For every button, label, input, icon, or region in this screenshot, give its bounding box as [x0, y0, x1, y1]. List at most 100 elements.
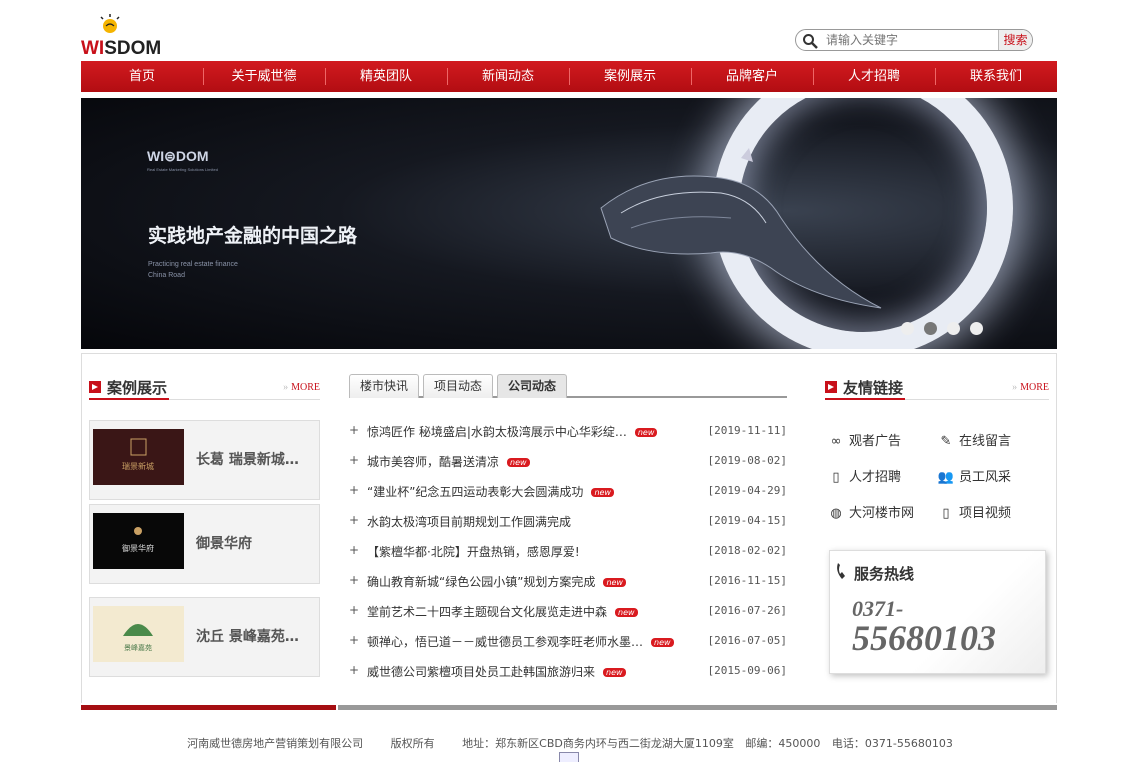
slider-dot-2[interactable] — [924, 322, 937, 335]
links-header: 友情链接 » MORE — [825, 374, 1049, 400]
news-date: [2019-04-29] — [707, 484, 787, 497]
lightbulb-icon — [100, 14, 120, 33]
footer-phone: 电话：0371-55680103 — [831, 737, 953, 750]
slider-dots — [901, 322, 983, 335]
nav-item-about[interactable]: 关于威世德 — [203, 61, 325, 92]
footer: 河南威世德房地产营销策划有限公司 版权所有 地址：郑东新区CBD商务内环与西二街… — [0, 735, 1140, 751]
footer-postcode: 邮编：450000 — [745, 737, 821, 750]
nav-item-news[interactable]: 新闻动态 — [447, 61, 569, 92]
nav-item-jobs[interactable]: 人才招聘 — [813, 61, 935, 92]
news-item[interactable]: + 【紫檀华都·北院】开盘热销，感恩厚爱! [2018-02-02] — [349, 537, 787, 567]
news-date: [2019-04-15] — [707, 514, 787, 527]
nav-item-cases[interactable]: 案例展示 — [569, 61, 691, 92]
news-item[interactable]: + 威世德公司紫檀项目处员工赴韩国旅游归来 new [2015-09-06] — [349, 657, 787, 687]
slider-dot-4[interactable] — [970, 322, 983, 335]
news-item[interactable]: + 堂前艺术二十四孝主题砚台文化展览走进中森 new [2016-07-26] — [349, 597, 787, 627]
case-item[interactable]: 瑞景新城 长葛 瑞景新城… — [89, 420, 320, 500]
case-name: 御景华府 — [196, 536, 252, 552]
telephone-icon — [837, 563, 845, 579]
news-item[interactable]: + “建业杯”纪念五四运动表彰大会圆满成功 new [2019-04-29] — [349, 477, 787, 507]
link-staff[interactable]: 👥 员工风采 — [937, 466, 1011, 485]
people-icon: 👥 — [937, 470, 955, 485]
case-thumb: 瑞景新城 — [93, 429, 184, 485]
section-arrow-icon — [825, 381, 837, 393]
certification-icon[interactable] — [559, 752, 579, 762]
footer-address: 地址：郑东新区CBD商务内环与西二街龙湖大厦1109室 — [462, 737, 734, 750]
search-input[interactable] — [826, 32, 996, 48]
cases-more-link[interactable]: » MORE — [283, 382, 320, 393]
news-tabs: 楼市快讯 项目动态 公司动态 — [349, 374, 787, 398]
case-name: 长葛 瑞景新城… — [196, 452, 299, 468]
rings-icon: ∞ — [830, 434, 842, 449]
news-item[interactable]: + 顿禅心，悟已道－－威世德员工参观李旺老师水墨… new [2016-07-05… — [349, 627, 787, 657]
news-date: [2019-08-02] — [707, 454, 787, 467]
search-box: 搜索 — [795, 29, 1033, 51]
globe-icon: ◍ — [830, 506, 842, 521]
site-logo[interactable]: WISDOM — [81, 10, 171, 60]
news-list: + 惊鸿匠作 秘境盛启|水韵太极湾展示中心华彩绽… new [2019-11-11… — [349, 417, 787, 687]
news-item[interactable]: + 确山教育新城“绿色公园小镇”规划方案完成 new [2016-11-15] — [349, 567, 787, 597]
link-jobs[interactable]: ▯ 人才招聘 — [827, 466, 901, 485]
hotline-title: 服务热线 — [854, 565, 915, 583]
link-dahe[interactable]: ◍ 大河楼市网 — [827, 502, 914, 521]
new-badge: new — [507, 458, 530, 467]
tab-company-news[interactable]: 公司动态 — [497, 374, 568, 398]
news-title[interactable]: 确山教育新城“绿色公园小镇”规划方案完成 new — [367, 573, 626, 590]
bullet-plus-icon: + — [349, 543, 360, 557]
news-title[interactable]: 堂前艺术二十四孝主题砚台文化展览走进中森 new — [367, 603, 638, 620]
section-arrow-icon — [89, 381, 101, 393]
search-button[interactable]: 搜索 — [998, 30, 1032, 50]
news-title[interactable]: 【紫檀华都·北院】开盘热销，感恩厚爱! — [367, 543, 580, 560]
phone-icon: ▯ — [832, 470, 840, 485]
links-more-link[interactable]: » MORE — [1012, 382, 1049, 393]
case-item[interactable]: 御景华府 御景华府 — [89, 504, 320, 584]
news-title[interactable]: 水韵太极湾项目前期规划工作圆满完成 — [367, 513, 571, 530]
pen-icon: ✎ — [940, 434, 952, 449]
news-date: [2015-09-06] — [707, 664, 787, 677]
bullet-plus-icon: + — [349, 423, 360, 437]
new-badge: new — [603, 668, 626, 677]
content-area: 案例展示 » MORE 瑞景新城 长葛 瑞景新城… 御景华府 御景华府 景峰嘉苑 … — [81, 353, 1057, 703]
nav-item-contact[interactable]: 联系我们 — [935, 61, 1057, 92]
new-badge: new — [634, 428, 658, 437]
footer-rights: 版权所有 — [390, 737, 435, 750]
link-video[interactable]: ▯ 项目视频 — [937, 502, 1011, 521]
news-title[interactable]: “建业杯”纪念五四运动表彰大会圆满成功 new — [367, 483, 614, 500]
nav-item-team[interactable]: 精英团队 — [325, 61, 447, 92]
news-title[interactable]: 惊鸿匠作 秘境盛启|水韵太极湾展示中心华彩绽… new — [367, 423, 658, 440]
news-date: [2016-11-15] — [707, 574, 787, 587]
cases-title: 案例展示 — [107, 379, 168, 397]
bullet-plus-icon: + — [349, 573, 360, 587]
news-title[interactable]: 威世德公司紫檀项目处员工赴韩国旅游归来 new — [367, 663, 626, 680]
news-item[interactable]: + 城市美容师，酷暑送清凉 new [2019-08-02] — [349, 447, 787, 477]
header: WISDOM 搜索 — [81, 10, 1057, 60]
tab-project-news[interactable]: 项目动态 — [423, 374, 494, 398]
link-message[interactable]: ✎ 在线留言 — [937, 430, 1011, 449]
case-thumb: 御景华府 — [93, 513, 184, 569]
slider-dot-3[interactable] — [947, 322, 960, 335]
news-item[interactable]: + 水韵太极湾项目前期规划工作圆满完成 [2019-04-15] — [349, 507, 787, 537]
case-item[interactable]: 景峰嘉苑 沈丘 景峰嘉苑… — [89, 597, 320, 677]
main-nav: 首页 关于威世德 精英团队 新闻动态 案例展示 品牌客户 人才招聘 联系我们 — [81, 61, 1057, 92]
svg-text:御景华府: 御景华府 — [122, 543, 154, 553]
case-thumb: 景峰嘉苑 — [93, 606, 184, 662]
nav-item-clients[interactable]: 品牌客户 — [691, 61, 813, 92]
news-date: [2018-02-02] — [707, 544, 787, 557]
news-item[interactable]: + 惊鸿匠作 秘境盛启|水韵太极湾展示中心华彩绽… new [2019-11-11… — [349, 417, 787, 447]
news-title[interactable]: 城市美容师，酷暑送清凉 new — [367, 453, 530, 470]
new-badge: new — [591, 488, 614, 497]
news-title[interactable]: 顿禅心，悟已道－－威世德员工参观李旺老师水墨… new — [367, 633, 674, 650]
bullet-plus-icon: + — [349, 633, 360, 647]
link-ad[interactable]: ∞ 观者广告 — [827, 430, 901, 449]
banner-slider[interactable]: WI⊜DOM Real Estate Marketing Solutions Li… — [81, 98, 1057, 349]
tab-market-news[interactable]: 楼市快讯 — [349, 374, 420, 398]
svg-text:景峰嘉苑: 景峰嘉苑 — [124, 643, 152, 652]
slider-dot-1[interactable] — [901, 322, 914, 335]
nav-item-home[interactable]: 首页 — [81, 61, 203, 92]
news-date: [2019-11-11] — [707, 424, 787, 437]
links-title: 友情链接 — [843, 379, 904, 397]
bullet-plus-icon: + — [349, 483, 360, 497]
new-badge: new — [615, 608, 638, 617]
hotline-number: 55680103 — [852, 618, 996, 658]
section-underline — [825, 398, 905, 400]
